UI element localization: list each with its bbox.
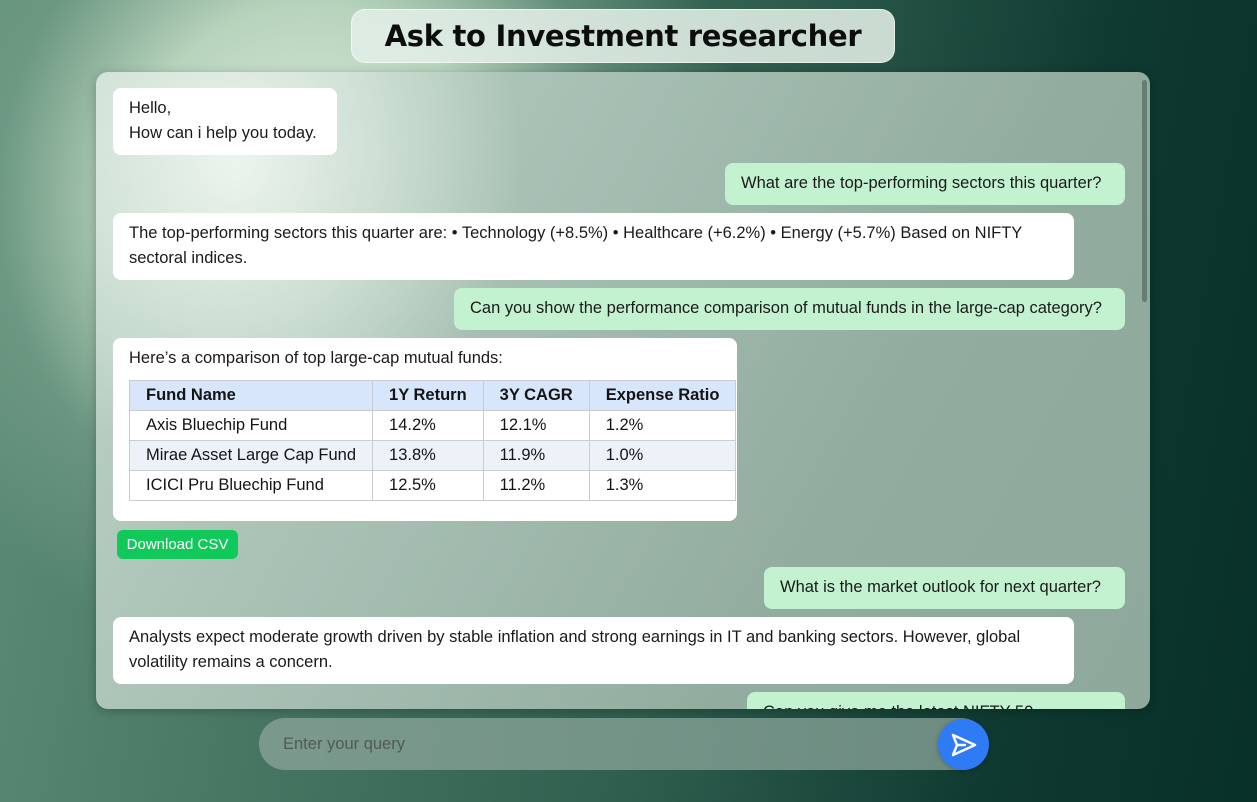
- column-header-expense-ratio: Expense Ratio: [588, 380, 737, 411]
- user-message-sectors: What are the top-performing sectors this…: [725, 163, 1125, 205]
- greeting-line-2: How can i help you today.: [129, 124, 317, 142]
- query-bar: [259, 718, 987, 770]
- download-csv-button[interactable]: Download CSV: [117, 530, 238, 559]
- cell-expense-ratio: 1.3%: [588, 470, 737, 501]
- user-message-outlook: What is the market outlook for next quar…: [764, 567, 1125, 609]
- table-row: Axis Bluechip Fund 14.2% 12.1% 1.2%: [128, 410, 737, 441]
- column-header-3y-cagr: 3Y CAGR: [482, 380, 590, 411]
- fund-comparison-table: Fund Name 1Y Return 3Y CAGR Expense Rati…: [128, 380, 737, 501]
- bot-message-outlook: Analysts expect moderate growth driven b…: [113, 617, 1074, 684]
- bot-message-sectors: The top-performing sectors this quarter …: [113, 213, 1074, 280]
- table-header-row: Fund Name 1Y Return 3Y CAGR Expense Rati…: [128, 380, 737, 411]
- fund-table-intro: Here’s a comparison of top large-cap mut…: [129, 349, 503, 367]
- title-box: Ask to Investment researcher: [351, 9, 895, 63]
- cell-3y-cagr: 11.9%: [482, 440, 590, 471]
- cell-1y-return: 12.5%: [372, 470, 484, 501]
- column-header-1y-return: 1Y Return: [372, 380, 484, 411]
- table-row: Mirae Asset Large Cap Fund 13.8% 11.9% 1…: [128, 440, 737, 471]
- send-button[interactable]: [938, 719, 989, 770]
- user-message-nifty: Can you give me the latest NIFTY 50 summ…: [747, 692, 1125, 709]
- bot-message-greeting: Hello, How can i help you today.: [113, 88, 337, 155]
- cell-fund-name: Axis Bluechip Fund: [128, 410, 374, 441]
- cell-1y-return: 13.8%: [372, 440, 484, 471]
- cell-3y-cagr: 12.1%: [482, 410, 590, 441]
- cell-fund-name: ICICI Pru Bluechip Fund: [128, 470, 374, 501]
- column-header-fund-name: Fund Name: [128, 380, 374, 411]
- cell-3y-cagr: 11.2%: [482, 470, 590, 501]
- bot-message-fund-table: Here’s a comparison of top large-cap mut…: [113, 338, 737, 521]
- chat-scrollbar[interactable]: [1142, 80, 1147, 302]
- query-input[interactable]: [283, 718, 923, 770]
- cell-fund-name: Mirae Asset Large Cap Fund: [128, 440, 374, 471]
- cell-expense-ratio: 1.0%: [588, 440, 737, 471]
- table-row: ICICI Pru Bluechip Fund 12.5% 11.2% 1.3%: [128, 470, 737, 501]
- user-message-mutual-funds: Can you show the performance comparison …: [454, 288, 1125, 330]
- greeting-line-1: Hello,: [129, 99, 172, 117]
- send-icon: [951, 733, 976, 756]
- chat-panel[interactable]: Hello, How can i help you today. What ar…: [96, 72, 1150, 709]
- cell-1y-return: 14.2%: [372, 410, 484, 441]
- cell-expense-ratio: 1.2%: [588, 410, 737, 441]
- page-title: Ask to Investment researcher: [384, 19, 862, 53]
